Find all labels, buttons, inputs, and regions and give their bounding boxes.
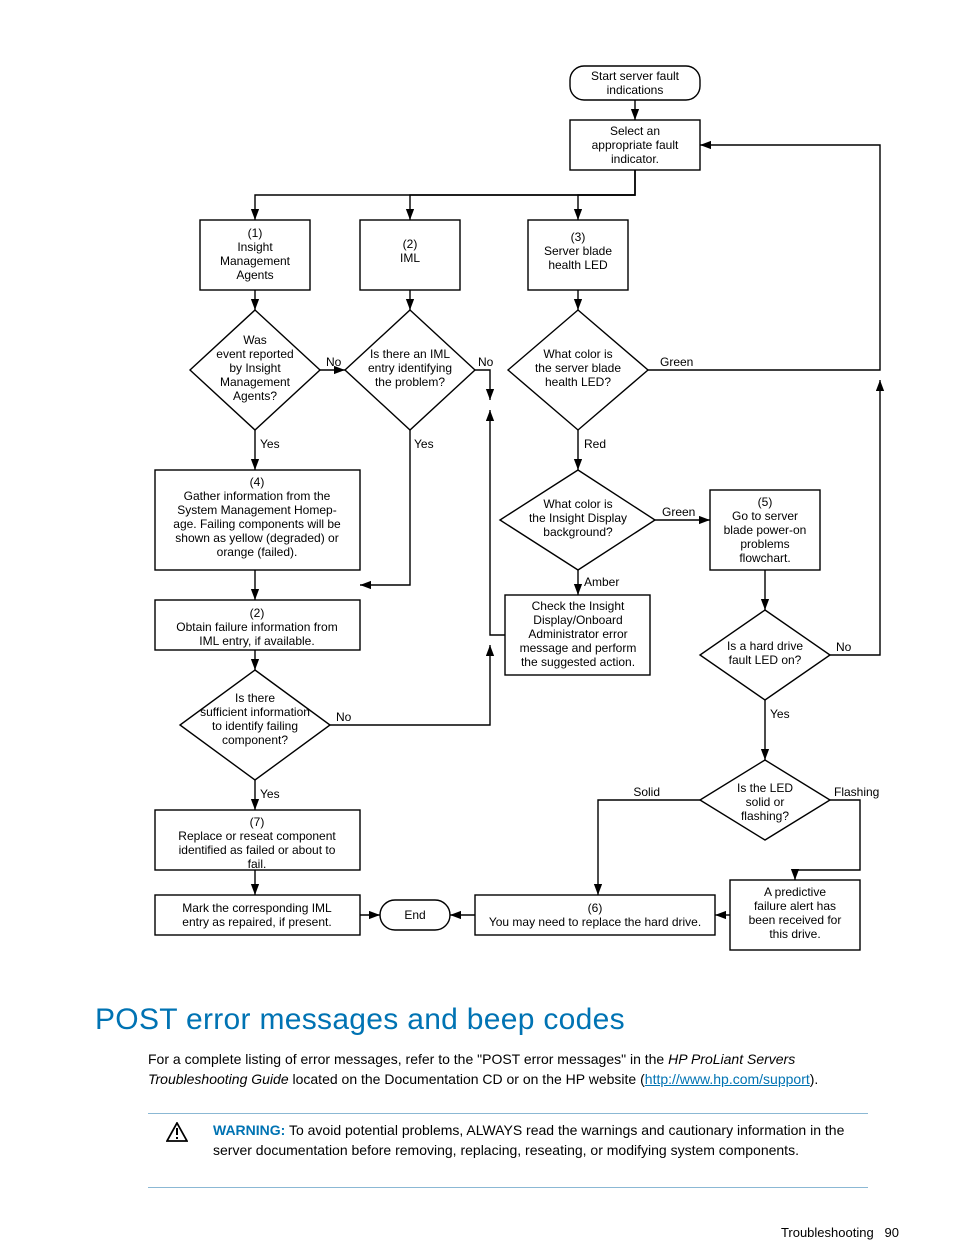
t-dhd-2: fault LED on? (729, 653, 802, 667)
lbl-no-4: No (336, 710, 352, 724)
body-t1: For a complete listing of error messages… (148, 1051, 668, 1067)
t-pr-1: A predictive (764, 885, 826, 899)
lbl-amber: Amber (584, 575, 619, 589)
lbl-green-1: Green (660, 355, 693, 369)
t-dwas-3: by Insight (229, 361, 281, 375)
t-n4-2: Gather information from the (184, 489, 331, 503)
t-n4-6: orange (failed). (217, 545, 298, 559)
t-pr-2: failure alert has (754, 899, 836, 913)
t-ds-2: sufficient information (200, 705, 310, 719)
lbl-yes-2: Yes (414, 437, 434, 451)
t-diml-2: entry identifying (368, 361, 452, 375)
t-dwas-5: Agents? (233, 389, 277, 403)
footer-page: 90 (885, 1225, 899, 1240)
divider-bottom (148, 1187, 868, 1188)
t-n5-2: Go to server (732, 509, 798, 523)
t-dsol-1: Is the LED (737, 781, 793, 795)
t-select-2: appropriate fault (592, 138, 679, 152)
t-dwas-2: event reported (216, 347, 293, 361)
t-n3-2: Server blade (544, 244, 612, 258)
lbl-flashing: Flashing (834, 785, 879, 799)
t-dcl-2: the server blade (535, 361, 621, 375)
flowchart-diagram: Start server fault indications Select an… (0, 0, 954, 1000)
t-start-2: indications (607, 83, 664, 97)
warning-label: WARNING: (213, 1122, 285, 1138)
t-dsol-3: flashing? (741, 809, 789, 823)
lbl-no-1: No (326, 355, 342, 369)
t-dwas-1: Was (243, 333, 267, 347)
t-n4-1: (4) (250, 475, 265, 489)
t-pr-4: this drive. (769, 927, 820, 941)
t-n7-4: fail. (248, 857, 267, 871)
t-n7-3: identified as failed or about to (179, 843, 336, 857)
t-dcb-1: What color is (543, 497, 612, 511)
divider-top (148, 1113, 868, 1114)
t-n4-5: shown as yellow (degraded) or (175, 531, 338, 545)
lbl-no-2: No (478, 355, 494, 369)
t-select-1: Select an (610, 124, 660, 138)
t-ck-4: message and perform (520, 641, 637, 655)
t-n5-1: (5) (758, 495, 773, 509)
body-t4: ). (810, 1071, 819, 1087)
t-dsol-2: solid or (746, 795, 785, 809)
t-start-1: Start server fault (591, 69, 680, 83)
lbl-solid: Solid (633, 785, 660, 799)
t-dcb-2: the Insight Display (529, 511, 627, 525)
support-link[interactable]: http://www.hp.com/support (645, 1071, 810, 1087)
t-ds-4: component? (222, 733, 288, 747)
section-heading: POST error messages and beep codes (95, 1003, 625, 1037)
t-n3-1: (3) (571, 230, 586, 244)
t-n1-3: Management (220, 254, 291, 268)
t-n7-2: Replace or reseat component (178, 829, 336, 843)
t-n3-3: health LED (548, 258, 608, 272)
t-n5-5: flowchart. (739, 551, 790, 565)
warning-box: WARNING: To avoid potential problems, AL… (168, 1120, 868, 1161)
lbl-red: Red (584, 437, 606, 451)
t-end: End (404, 908, 425, 922)
t-dcl-3: health LED? (545, 375, 611, 389)
t-n7-1: (7) (250, 815, 265, 829)
body-paragraph: For a complete listing of error messages… (148, 1049, 868, 1090)
t-n4-3: System Management Homep- (177, 503, 336, 517)
lbl-yes-1: Yes (260, 437, 280, 451)
lbl-yes-3: Yes (770, 707, 790, 721)
t-n6-1: (6) (588, 901, 603, 915)
page-footer: Troubleshooting 90 (781, 1225, 899, 1240)
t-mk-1: Mark the corresponding IML (182, 901, 332, 915)
t-n1-1: (1) (248, 226, 263, 240)
body-t3: located on the Documentation CD or on th… (289, 1071, 645, 1087)
t-n2-1: (2) (403, 237, 418, 251)
t-diml-1: Is there an IML (370, 347, 450, 361)
warning-icon (166, 1122, 188, 1142)
footer-section: Troubleshooting (781, 1225, 874, 1240)
t-diml-3: the problem? (375, 375, 445, 389)
t-n1-2: Insight (237, 240, 273, 254)
warning-text: To avoid potential problems, ALWAYS read… (213, 1122, 844, 1158)
t-ck-2: Display/Onboard (533, 613, 622, 627)
t-mk-2: entry as repaired, if present. (182, 915, 331, 929)
t-select-3: indicator. (611, 152, 659, 166)
t-n2b-3: IML entry, if available. (199, 634, 314, 648)
t-dhd-1: Is a hard drive (727, 639, 803, 653)
t-ck-5: the suggested action. (521, 655, 635, 669)
t-ds-3: to identify failing (212, 719, 298, 733)
t-ds-1: Is there (235, 691, 275, 705)
t-n5-3: blade power-on (724, 523, 807, 537)
t-n1-4: Agents (236, 268, 273, 282)
t-n5-4: problems (740, 537, 789, 551)
t-n6-2: You may need to replace the hard drive. (489, 915, 701, 929)
lbl-green-2: Green (662, 505, 695, 519)
lbl-yes-4: Yes (260, 787, 280, 801)
t-ck-1: Check the Insight (532, 599, 625, 613)
t-dcb-3: background? (543, 525, 613, 539)
t-n2-2: IML (400, 251, 420, 265)
t-pr-3: been received for (749, 913, 842, 927)
t-n2b-2: Obtain failure information from (176, 620, 337, 634)
lbl-no-3: No (836, 640, 852, 654)
t-n4-4: age. Failing components will be (173, 517, 341, 531)
t-ck-3: Administrator error (528, 627, 627, 641)
t-dcl-1: What color is (543, 347, 612, 361)
t-n2b-1: (2) (250, 606, 265, 620)
t-dwas-4: Management (220, 375, 291, 389)
